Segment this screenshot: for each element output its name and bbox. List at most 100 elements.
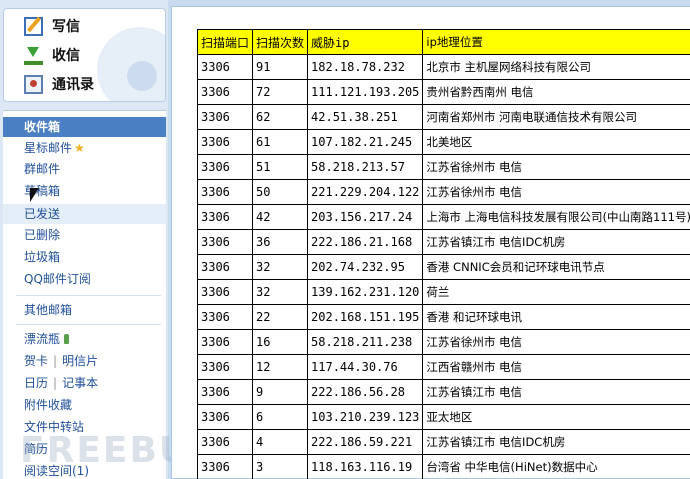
cell-count: 3 (252, 454, 309, 479)
cell-port: 3306 (196, 379, 254, 405)
cell-ip: 222.186.56.28 (307, 379, 424, 405)
table-row: 3306 22 202.168.151.195 香港 和记环球电讯 (196, 304, 690, 330)
cell-ip: 202.168.151.195 (307, 304, 424, 330)
bottle-icon (64, 334, 70, 344)
folder-drafts[interactable]: 草稿箱 (3, 181, 166, 201)
cell-port: 3306 (196, 79, 254, 105)
cell-ip: 139.162.231.120 (307, 279, 424, 305)
folder-group[interactable]: 群邮件 (3, 159, 166, 179)
folder-nav: 收件箱 星标邮件 ★ 群邮件 草稿箱 已发送 已删除 垃圾箱 QQ邮件订阅 其他邮… (3, 110, 166, 479)
folder-inbox[interactable]: 收件箱 (3, 117, 166, 137)
cell-location: 亚太地区 (422, 404, 690, 430)
cell-count: 72 (252, 79, 309, 105)
cell-count: 91 (252, 54, 309, 80)
cell-ip: 118.163.116.19 (307, 454, 424, 479)
quick-actions-panel: 写信 收信 通讯录 (3, 8, 166, 102)
folder-starred-label: 星标邮件 (24, 141, 73, 155)
cell-port: 3306 (196, 429, 254, 455)
table-row: 3306 50 221.229.204.122 江苏省徐州市 电信 (196, 179, 690, 205)
app-attachments[interactable]: 附件收藏 (3, 395, 166, 415)
separator: | (53, 354, 58, 368)
header-ip-location: ip地理位置 (422, 29, 690, 55)
cell-ip: 221.229.204.122 (307, 179, 424, 205)
cell-count: 42 (252, 204, 309, 230)
decoration-dot (127, 61, 157, 91)
cell-port: 3306 (196, 129, 254, 155)
cell-ip: 58.218.211.238 (307, 329, 424, 355)
nav-divider (16, 324, 161, 325)
star-icon: ★ (74, 141, 85, 155)
cell-count: 36 (252, 229, 309, 255)
threat-ip-table: 扫描端口 扫描次数 威胁ip ip地理位置 3306 91 182.18.78.23… (196, 29, 690, 479)
folder-starred[interactable]: 星标邮件 ★ (3, 138, 166, 158)
app-calendar[interactable]: 日历 (24, 376, 48, 390)
app-cards[interactable]: 贺卡 (24, 354, 48, 368)
cell-ip: 222.186.21.168 (307, 229, 424, 255)
cell-port: 3306 (196, 404, 254, 430)
cell-count: 4 (252, 429, 309, 455)
cell-location: 江苏省镇江市 电信 (422, 379, 690, 405)
drift-bottle-label: 漂流瓶 (24, 332, 61, 346)
compose-icon (24, 16, 43, 36)
sidebar: 写信 收信 通讯录 收件箱 星标邮件 ★ 群邮件 草稿箱 已发送 已删除 垃圾箱 … (0, 0, 215, 479)
cell-location: 台湾省 中华电信(HiNet)数据中心 (422, 454, 690, 479)
cell-count: 61 (252, 129, 309, 155)
cell-ip: 203.156.217.24 (307, 204, 424, 230)
table-row: 3306 61 107.182.21.245 北美地区 (196, 129, 690, 155)
table-row: 3306 12 117.44.30.76 江西省赣州市 电信 (196, 354, 690, 380)
folder-spam[interactable]: 垃圾箱 (3, 247, 166, 267)
app-cards-row: 贺卡 | 明信片 (3, 351, 166, 371)
folder-subscriptions[interactable]: QQ邮件订阅 (3, 269, 166, 289)
contacts-label: 通讯录 (52, 77, 94, 93)
cell-ip: 182.18.78.232 (307, 54, 424, 80)
header-scan-count: 扫描次数 (252, 29, 309, 55)
cell-location: 上海市 上海电信科技发展有限公司(中山南路111号) (422, 204, 690, 230)
folder-deleted[interactable]: 已删除 (3, 225, 166, 245)
cell-port: 3306 (196, 454, 254, 479)
separator: | (53, 376, 58, 390)
compose-button[interactable]: 写信 (24, 15, 80, 37)
cell-port: 3306 (196, 54, 254, 80)
cell-location: 江苏省徐州市 电信 (422, 329, 690, 355)
header-scan-port: 扫描端口 (196, 29, 254, 55)
cell-port: 3306 (196, 354, 254, 380)
app-drift-bottle[interactable]: 漂流瓶 (3, 329, 166, 349)
folder-other-mailboxes[interactable]: 其他邮箱 (3, 300, 166, 320)
cell-ip: 117.44.30.76 (307, 354, 424, 380)
app-postcards[interactable]: 明信片 (62, 354, 98, 368)
header-threat-ip: 威胁ip (307, 29, 424, 55)
mouse-cursor-icon (30, 188, 39, 202)
cell-location: 贵州省黔西南州 电信 (422, 79, 690, 105)
table-row: 3306 32 202.74.232.95 香港 CNNIC会员和记环球电讯节点 (196, 254, 690, 280)
cell-location: 江苏省徐州市 电信 (422, 179, 690, 205)
cell-count: 16 (252, 329, 309, 355)
cell-count: 12 (252, 354, 309, 380)
receive-label: 收信 (52, 48, 80, 64)
cell-location: 香港 CNNIC会员和记环球电讯节点 (422, 254, 690, 280)
cell-location: 河南省郑州市 河南电联通信技术有限公司 (422, 104, 690, 130)
cell-port: 3306 (196, 279, 254, 305)
cell-count: 51 (252, 154, 309, 180)
cell-count: 50 (252, 179, 309, 205)
cell-ip: 42.51.38.251 (307, 104, 424, 130)
cell-port: 3306 (196, 204, 254, 230)
receive-button[interactable]: 收信 (24, 44, 80, 66)
cell-port: 3306 (196, 329, 254, 355)
table-row: 3306 51 58.218.213.57 江苏省徐州市 电信 (196, 154, 690, 180)
table-header-row: 扫描端口 扫描次数 威胁ip ip地理位置 (196, 29, 690, 55)
address-book-icon (24, 74, 43, 94)
folder-sent[interactable]: 已发送 (3, 204, 166, 224)
cell-count: 32 (252, 254, 309, 280)
table-row: 3306 9 222.186.56.28 江苏省镇江市 电信 (196, 379, 690, 405)
table-row: 3306 3 118.163.116.19 台湾省 中华电信(HiNet)数据中心 (196, 454, 690, 479)
contacts-button[interactable]: 通讯录 (24, 73, 94, 95)
cell-ip: 202.74.232.95 (307, 254, 424, 280)
table-row: 3306 32 139.162.231.120 荷兰 (196, 279, 690, 305)
cell-ip: 107.182.21.245 (307, 129, 424, 155)
table-row: 3306 16 58.218.211.238 江苏省徐州市 电信 (196, 329, 690, 355)
table-row: 3306 6 103.210.239.123 亚太地区 (196, 404, 690, 430)
app-notes[interactable]: 记事本 (62, 376, 98, 390)
cell-port: 3306 (196, 229, 254, 255)
cell-ip: 58.218.213.57 (307, 154, 424, 180)
cell-count: 32 (252, 279, 309, 305)
